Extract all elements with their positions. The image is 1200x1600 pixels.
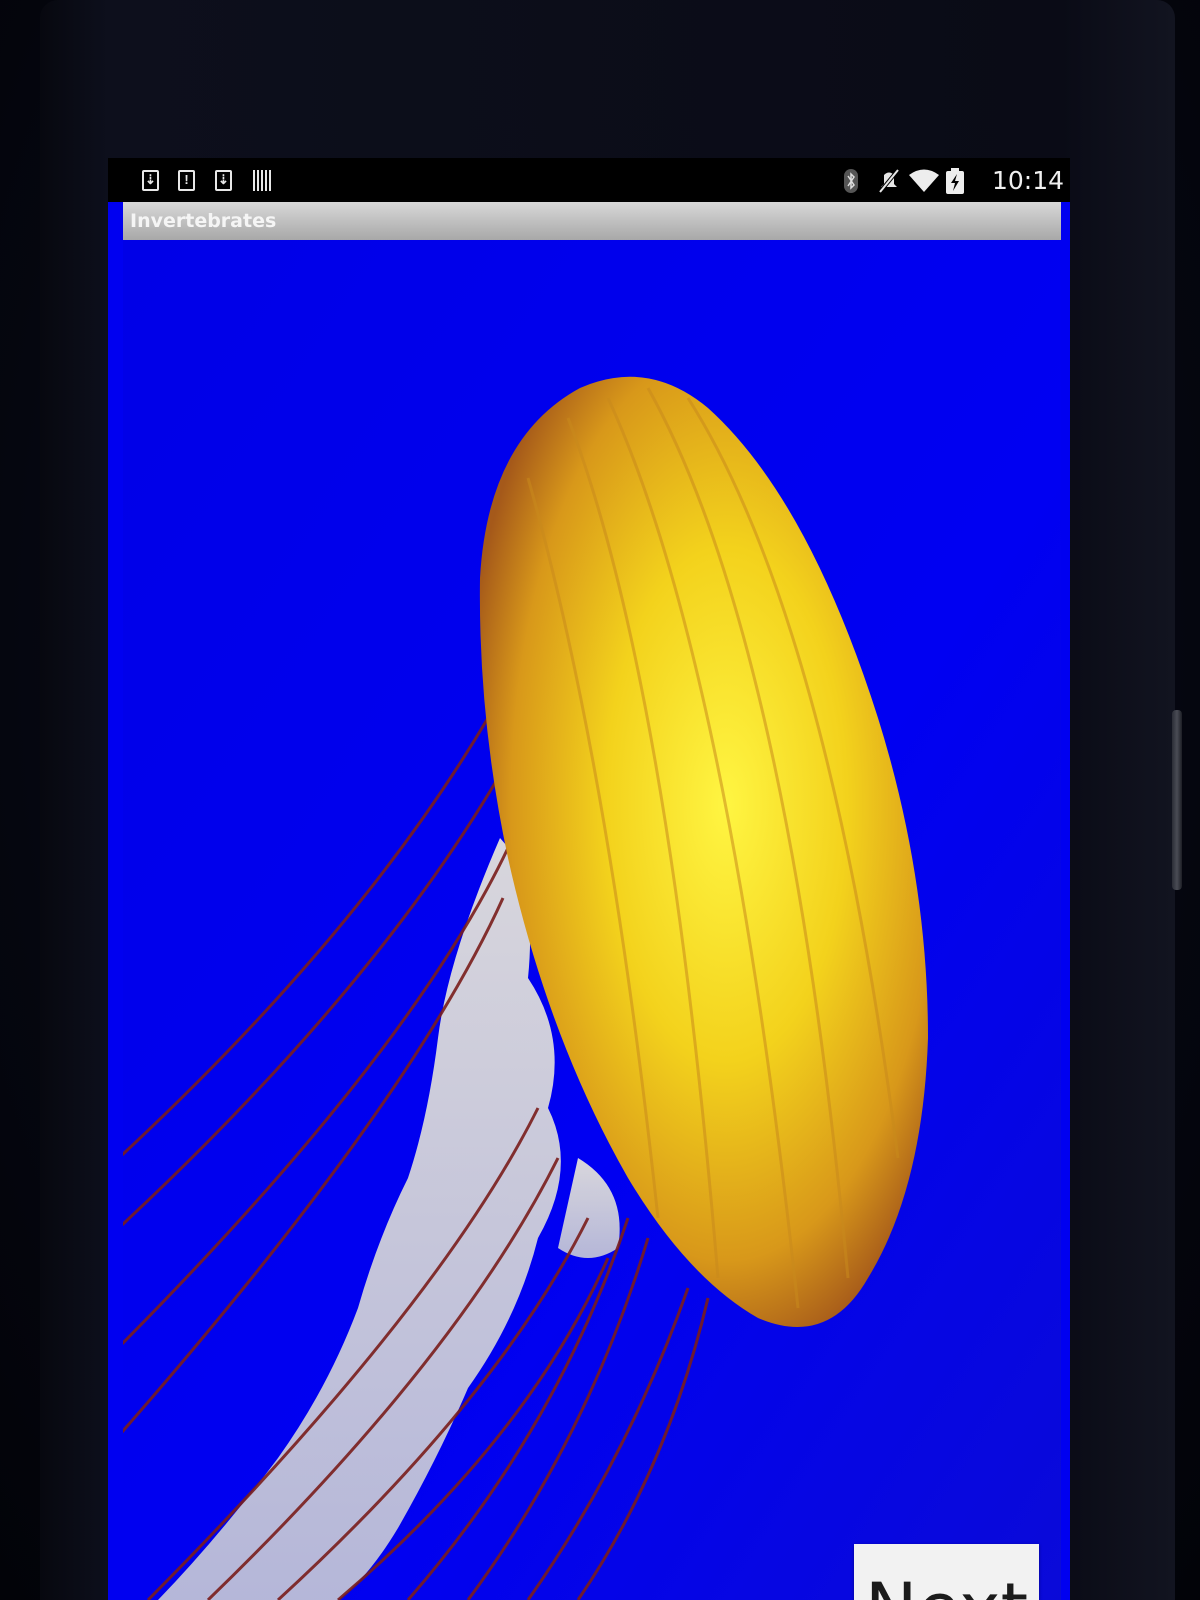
alert-glyph: ! [184, 172, 189, 187]
app-title: Invertebrates [130, 210, 277, 232]
wifi-icon [909, 169, 939, 192]
status-bar: ⇣ ! ⇣ 10:14 [108, 158, 1070, 202]
alert-icon: ! [178, 170, 195, 191]
photo-scene: ⇣ ! ⇣ 10:14 Invertebrates [0, 0, 1200, 1600]
device-side-button [1172, 710, 1182, 890]
battery-charging-icon [946, 168, 964, 194]
next-button[interactable]: Next [854, 1544, 1039, 1600]
status-clock: 10:14 [992, 166, 1065, 195]
download-glyph: ⇣ [145, 172, 156, 187]
action-bar: Invertebrates [123, 202, 1061, 240]
jellyfish-image [123, 240, 1061, 1600]
download-icon: ⇣ [142, 170, 159, 191]
mute-icon [878, 168, 900, 194]
barcode-icon [253, 170, 271, 191]
download-icon: ⇣ [215, 170, 232, 191]
device-screen: ⇣ ! ⇣ 10:14 Invertebrates [108, 158, 1070, 1600]
download-glyph: ⇣ [218, 172, 229, 187]
bluetooth-icon [844, 169, 858, 193]
content-area: Next [123, 240, 1061, 1600]
